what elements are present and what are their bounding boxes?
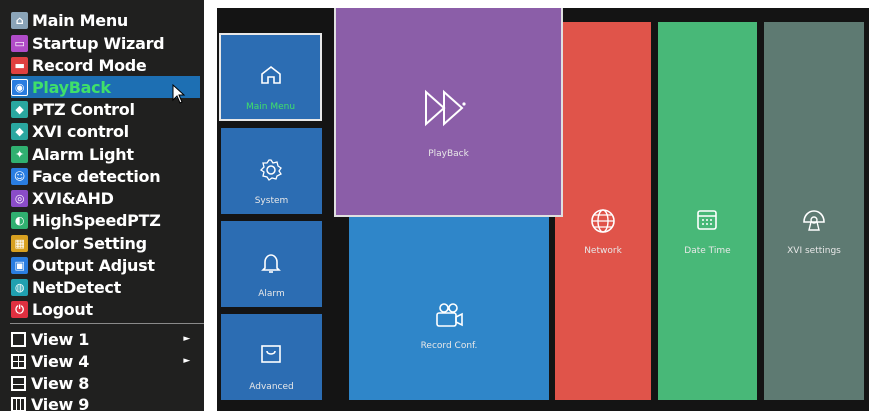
color-icon: ▦ [11, 234, 28, 252]
menu-item-alarm-light[interactable]: ✦ Alarm Light [11, 143, 204, 165]
tile-record-conf[interactable]: Record Conf. [349, 213, 549, 400]
nine-view-icon [11, 396, 26, 411]
wizard-icon: ▭ [11, 34, 28, 52]
tile-alarm[interactable]: Alarm [221, 221, 322, 307]
context-menu: ⌂ Main Menu ▭ Startup Wizard ▬ Record Mo… [0, 0, 204, 411]
home-icon [261, 65, 281, 84]
menu-item-record-mode[interactable]: ▬ Record Mode [11, 54, 204, 76]
fast-forward-icon [425, 89, 466, 127]
globe-icon [591, 209, 615, 233]
tile-date-time[interactable]: Date Time [658, 22, 757, 400]
single-view-icon [11, 331, 26, 347]
face-icon: ☺ [11, 167, 28, 185]
tile-network[interactable]: Network [555, 22, 651, 400]
menu-item-face-detection[interactable]: ☺ Face detection [11, 165, 204, 187]
gear-icon [259, 159, 282, 181]
menu-item-view-8[interactable]: View 8 [11, 372, 204, 394]
menu-item-main-menu[interactable]: ⌂ Main Menu [11, 9, 204, 31]
mouse-cursor-icon [172, 84, 186, 104]
eight-view-icon [11, 375, 26, 391]
menu-item-view-4[interactable]: View 4 ► [11, 350, 204, 372]
highspeed-ptz-icon: ◐ [11, 211, 28, 229]
menu-item-output-adjust[interactable]: ▣ Output Adjust [11, 254, 204, 276]
submenu-arrow-icon: ► [183, 356, 190, 366]
output-icon: ▣ [11, 256, 28, 274]
menu-item-xvi-control[interactable]: ◆ XVI control [11, 120, 204, 142]
menu-item-view-9[interactable]: View 9 [11, 393, 204, 411]
playback-icon: ◉ [11, 78, 28, 96]
menu-item-view-1[interactable]: View 1 ► [11, 328, 204, 350]
camera-icon [436, 303, 463, 327]
menu-item-xvi-ahd[interactable]: ◎ XVI&AHD [11, 187, 204, 209]
main-dashboard: Main Menu System Alarm Advanced Record C… [217, 8, 869, 411]
calendar-icon [697, 210, 717, 230]
menu-item-color-setting[interactable]: ▦ Color Setting [11, 232, 204, 254]
menu-item-highspeed-ptz[interactable]: ◐ HighSpeedPTZ [11, 209, 204, 231]
bell-icon [261, 254, 281, 273]
menu-item-startup-wizard[interactable]: ▭ Startup Wizard [11, 32, 204, 54]
tile-xvi-settings[interactable]: XVI settings [764, 22, 864, 400]
menu-item-netdetect[interactable]: ◍ NetDetect [11, 276, 204, 298]
tile-playback[interactable]: PlayBack [334, 8, 563, 217]
menu-item-logout[interactable]: ⏻ Logout [11, 298, 204, 320]
tile-advanced[interactable]: Advanced [221, 314, 322, 400]
record-icon: ▬ [11, 56, 28, 74]
alarm-light-icon: ✦ [11, 145, 28, 163]
xvi-ahd-icon: ◎ [11, 189, 28, 207]
power-icon: ⏻ [11, 300, 28, 318]
xvi-icon: ◆ [11, 122, 28, 140]
tile-system[interactable]: System [221, 128, 322, 214]
quad-view-icon [11, 353, 26, 369]
home-icon: ⌂ [11, 11, 28, 29]
ptz-icon: ◆ [11, 100, 28, 118]
bag-icon [261, 345, 281, 363]
dome-camera-icon [803, 210, 825, 231]
menu-divider [10, 323, 204, 324]
tile-main-menu[interactable]: Main Menu [219, 33, 322, 121]
submenu-arrow-icon: ► [183, 334, 190, 344]
netdetect-icon: ◍ [11, 278, 28, 296]
